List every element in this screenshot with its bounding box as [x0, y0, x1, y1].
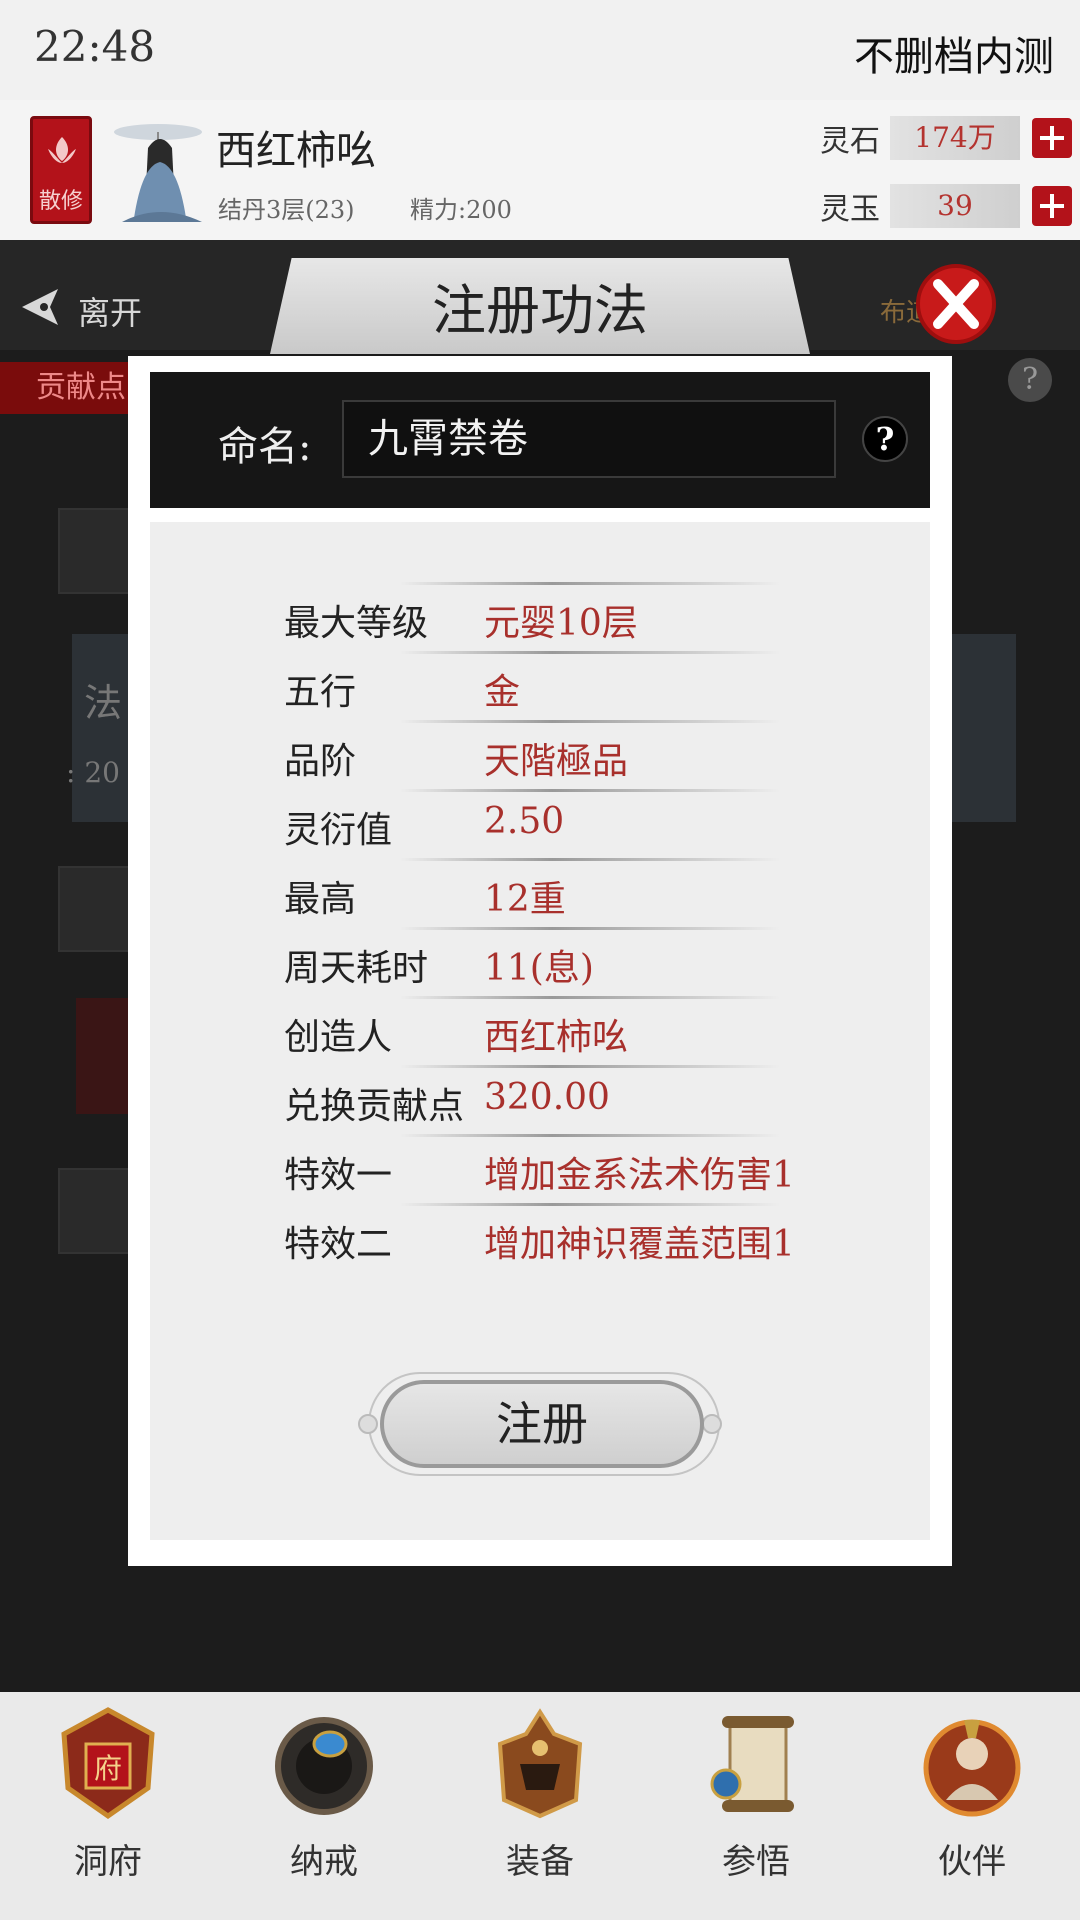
add-spirit-stone-button[interactable] [1032, 118, 1072, 158]
lotus-icon [48, 137, 76, 163]
sect-label: 散修 [38, 189, 83, 214]
bottom-nav: 府 洞府 纳戒 装备 参悟 伙伴 [0, 1692, 1080, 1920]
nav-equipment[interactable]: 装备 [432, 1692, 648, 1920]
leave-button[interactable]: 离开 [78, 288, 142, 334]
server-label: 不删档内测 [854, 34, 1054, 80]
name-input[interactable]: 九霄禁卷 [342, 400, 836, 478]
close-button[interactable] [916, 264, 996, 344]
cave-mansion-icon: 府 [61, 1707, 155, 1820]
button-knob [702, 1414, 722, 1434]
name-help-button[interactable]: ? [862, 416, 908, 462]
contribution-tab[interactable]: 贡献点 [0, 362, 140, 414]
player-realm: 结丹3层(23) [218, 196, 355, 224]
bg-card-sub: : 20 [66, 756, 120, 789]
spirit-jade-label: 灵玉 [820, 192, 880, 227]
storage-ring-icon [275, 1717, 373, 1815]
property-row: 兑换贡献点 320.00 [280, 1063, 800, 1132]
spirit-stone-value: 174万 [890, 116, 1020, 160]
property-row: 灵衍值 2.50 [280, 787, 800, 856]
nav-storage-ring[interactable]: 纳戒 [216, 1692, 432, 1920]
bg-red-block [76, 998, 136, 1114]
bg-list-item [58, 1168, 138, 1254]
bg-list-item [58, 508, 138, 594]
property-row: 最高 12重 [280, 856, 800, 925]
property-row: 特效二 增加神识覆盖范围10 [280, 1201, 800, 1262]
avatar[interactable] [112, 118, 206, 224]
nav-enlightenment[interactable]: 参悟 [648, 1692, 864, 1920]
add-spirit-jade-button[interactable] [1032, 186, 1072, 226]
property-row: 品阶 天階極品 [280, 718, 800, 787]
page-title: 注册功法 [432, 279, 648, 342]
svg-text:府: 府 [94, 1752, 122, 1785]
bg-list-item [58, 866, 138, 952]
nav-companion[interactable]: 伙伴 [864, 1692, 1080, 1920]
property-row: 周天耗时 11(息) [280, 925, 800, 994]
register-button[interactable]: 注册 [380, 1380, 704, 1468]
clock: 22:48 [34, 22, 156, 71]
property-row: 特效一 增加金系法术伤害10 [280, 1132, 800, 1201]
spirit-stone-label: 灵石 [820, 124, 880, 159]
property-row: 创造人 西红柿吆 [280, 994, 800, 1063]
back-arrow-icon[interactable] [18, 285, 62, 329]
nav-cave-mansion[interactable]: 府 洞府 [0, 1692, 216, 1920]
player-panel: 散修 西红柿吆 结丹3层(23) 精力:200 灵石 174万 灵玉 39 [0, 100, 1080, 240]
bg-card-title: 法 [84, 681, 123, 725]
player-energy: 精力:200 [410, 196, 512, 224]
scroll-icon [710, 1716, 794, 1812]
spirit-jade-value: 39 [890, 184, 1020, 228]
name-label: 命名: [218, 424, 312, 470]
helmet-icon [497, 1708, 583, 1819]
property-row: 最大等级 元婴10层 [280, 580, 800, 649]
property-row: 五行金 [280, 649, 800, 718]
player-name: 西红柿吆 [216, 128, 376, 174]
close-icon [933, 279, 979, 329]
properties-list[interactable]: 最大等级 元婴10层 五行金 品阶 天階極品 灵衍值 2.50 最高 12重 周天耗时 1… [280, 580, 800, 1262]
companion-icon [923, 1719, 1021, 1817]
page-help-button[interactable]: ? [1008, 358, 1052, 402]
sect-badge[interactable]: 散修 [30, 116, 92, 224]
button-knob [358, 1414, 378, 1434]
